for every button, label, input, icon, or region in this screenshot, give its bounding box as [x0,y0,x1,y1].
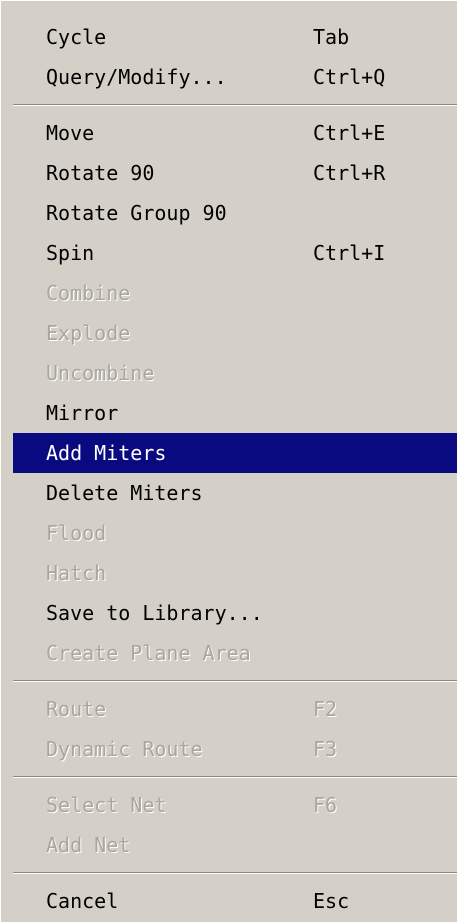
menu-item-select-net: Select Net F6 [13,785,457,825]
menu-item-shortcut: Ctrl+I [313,241,386,265]
menu-item-label: Add Net [46,833,131,857]
menu-item-move[interactable]: Move Ctrl+E [13,113,457,153]
menu-item-mirror[interactable]: Mirror [13,393,457,433]
menu-item-label: Flood [46,521,107,545]
menu-item-label: Cancel [46,889,119,913]
menu-item-shortcut: Ctrl+E [313,121,386,145]
menu-item-label: Hatch [46,561,107,585]
menu-item-label: Route [46,697,107,721]
menu-item-uncombine: Uncombine [13,353,457,393]
menu-item-label: Explode [46,321,131,345]
menu-item-label: Combine [46,281,131,305]
menu-item-label: Select Net [46,793,167,817]
menu-item-shortcut: F3 [313,737,338,761]
menu-separator [13,769,457,785]
menu-item-label: Cycle [46,25,107,49]
menu-item-combine: Combine [13,273,457,313]
menu-item-save-to-library[interactable]: Save to Library... [13,593,457,633]
menu-item-delete-miters[interactable]: Delete Miters [13,473,457,513]
menu-item-label: Query/Modify... [46,65,227,89]
menu-separator [13,97,457,113]
menu-item-label: Dynamic Route [46,737,203,761]
menu-item-rotate-90[interactable]: Rotate 90 Ctrl+R [13,153,457,193]
menu-item-label: Delete Miters [46,481,203,505]
menu-item-label: Rotate 90 [46,161,155,185]
menu-item-label: Create Plane Area [46,641,251,665]
context-menu: Cycle Tab Query/Modify... Ctrl+Q Move Ct… [0,0,457,922]
menu-item-hatch: Hatch [13,553,457,593]
menu-item-label: Rotate Group 90 [46,201,227,225]
menu-separator [13,865,457,881]
menu-item-label: Spin [46,241,95,265]
menu-item-cycle[interactable]: Cycle Tab [13,17,457,57]
menu-item-rotate-group-90[interactable]: Rotate Group 90 [13,193,457,233]
menu-item-label: Mirror [46,401,119,425]
menu-items: Cycle Tab Query/Modify... Ctrl+Q Move Ct… [13,17,457,921]
menu-item-query-modify[interactable]: Query/Modify... Ctrl+Q [13,57,457,97]
menu-item-route: Route F2 [13,689,457,729]
menu-item-explode: Explode [13,313,457,353]
menu-item-shortcut: Ctrl+R [313,161,386,185]
menu-item-flood: Flood [13,513,457,553]
menu-item-spin[interactable]: Spin Ctrl+I [13,233,457,273]
menu-item-label: Move [46,121,95,145]
menu-item-label: Save to Library... [46,601,263,625]
menu-item-label: Add Miters [46,441,167,465]
menu-item-add-miters[interactable]: Add Miters [13,433,457,473]
menu-item-cancel[interactable]: Cancel Esc [13,881,457,921]
menu-separator [13,673,457,689]
menu-item-create-plane-area: Create Plane Area [13,633,457,673]
menu-item-shortcut: F2 [313,697,338,721]
menu-item-label: Uncombine [46,361,155,385]
menu-item-shortcut: F6 [313,793,338,817]
menu-item-dynamic-route: Dynamic Route F3 [13,729,457,769]
menu-item-shortcut: Ctrl+Q [313,65,386,89]
menu-item-shortcut: Tab [313,25,350,49]
menu-item-add-net: Add Net [13,825,457,865]
menu-item-shortcut: Esc [313,889,350,913]
